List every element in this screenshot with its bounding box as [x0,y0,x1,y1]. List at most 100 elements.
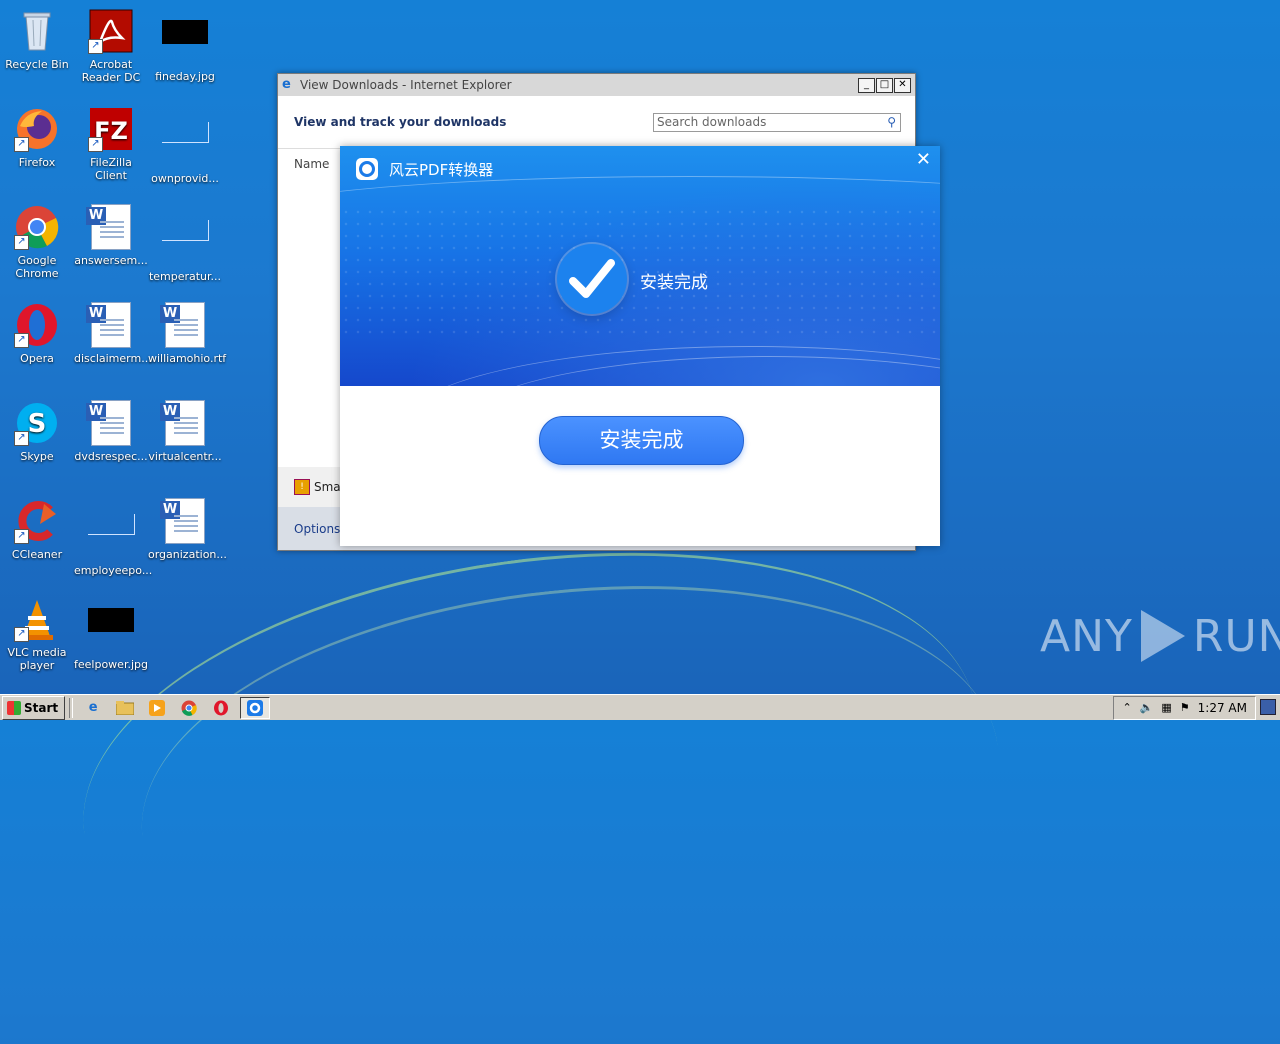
word-document-icon: W [160,400,208,446]
close-button[interactable]: ✕ [894,77,911,93]
desktop-icon-filezilla[interactable]: FZ ↗ FileZilla Client [74,106,148,182]
image-file-icon [88,608,134,654]
desktop-icon-label: williamohio.rtf [148,352,227,365]
installer-close-button[interactable]: ✕ [916,151,931,169]
taskbar-media-player-icon[interactable] [144,698,170,718]
desktop-icon-label: Skype [20,450,54,463]
desktop-icon-temperatur[interactable]: temperatur... [148,204,222,283]
window-controls: _ □ ✕ [858,77,911,93]
desktop-icon-label: answersem... [74,254,148,267]
ie-window-title: View Downloads - Internet Explorer [300,78,512,92]
search-placeholder: Search downloads [657,115,767,129]
desktop-icon-google-chrome[interactable]: ↗ Google Chrome [0,204,74,280]
svg-text:S: S [28,409,47,439]
ie-title-bar[interactable]: e View Downloads - Internet Explorer _ □… [278,74,915,96]
maximize-button[interactable]: □ [876,77,893,93]
options-link[interactable]: Options [294,522,340,536]
installer-app-name: 风云PDF转换器 [389,161,494,179]
clock[interactable]: 1:27 AM [1198,701,1247,715]
start-button[interactable]: Start [2,695,66,720]
desktop-icon-dvdsrespec[interactable]: W dvdsrespec... [74,400,148,463]
install-status-text: 安装完成 [640,273,708,293]
acrobat-icon: ↗ [88,8,134,54]
shortcut-arrow-icon: ↗ [88,39,103,54]
desktop-icon-skype[interactable]: S ↗ Skype [0,400,74,463]
desktop-icon-label: VLC media player [7,646,67,672]
word-document-icon: W [160,498,208,544]
shortcut-arrow-icon: ↗ [14,235,29,250]
ie-heading: View and track your downloads [294,115,507,129]
shortcut-arrow-icon: ↗ [14,137,29,152]
watermark-left: ANY [1040,610,1133,662]
desktop-icon-label: ownprovid... [151,172,219,185]
show-desktop-button[interactable] [1260,699,1276,715]
shortcut-arrow-icon: ↗ [14,333,29,348]
taskbar-separator [69,697,74,718]
minimize-button[interactable]: _ [858,77,875,93]
word-document-icon: W [160,302,208,348]
desktop-icon-ccleaner[interactable]: ↗ CCleaner [0,498,74,561]
smartscreen-link[interactable]: ! Smar [294,479,346,495]
taskbar-installer-icon[interactable] [240,696,271,719]
search-downloads-input[interactable]: Search downloads ⚲ [653,112,901,132]
smartscreen-shield-icon: ! [294,479,310,495]
word-document-icon: W [86,400,134,446]
network-icon[interactable]: ▦ [1161,701,1171,714]
column-header-name[interactable]: Name [294,157,329,171]
tray-expand-icon[interactable]: ⌃ [1122,701,1131,714]
start-label: Start [24,700,59,715]
success-check-icon [557,244,627,314]
desktop-icon-label: Recycle Bin [5,58,69,71]
blank-file-icon [162,122,209,168]
anyrun-watermark: ANY RUN [1040,610,1280,662]
windows-flag-icon [7,700,21,715]
desktop-icon-acrobat[interactable]: ↗ Acrobat Reader DC [74,8,148,84]
desktop-icon-opera[interactable]: ↗ Opera [0,302,74,365]
desktop-icon-label: Acrobat Reader DC [81,58,141,84]
internet-explorer-icon: e [282,77,291,92]
shortcut-arrow-icon: ↗ [14,431,29,446]
installer-banner: 风云PDF转换器 ✕ 安装完成 [340,146,940,386]
taskbar-chrome-icon[interactable] [176,698,202,718]
desktop-icon-label: disclaimerm... [74,352,152,365]
blank-file-icon [162,220,209,266]
search-icon[interactable]: ⚲ [887,115,896,129]
volume-icon[interactable]: 🔈 [1140,701,1154,714]
taskbar-opera-icon[interactable] [208,698,234,718]
action-center-flag-icon[interactable]: ⚑ [1180,701,1190,714]
taskbar-ie-icon[interactable]: e [80,698,106,718]
install-complete-button[interactable]: 安装完成 [539,416,744,465]
desktop-icon-label: virtualcentr... [148,450,222,463]
desktop-icon-label: temperatur... [148,270,222,283]
desktop-icon-organization[interactable]: W organization... [148,498,227,561]
desktop-icon-answersem[interactable]: W answersem... [74,204,148,267]
taskbar-explorer-icon[interactable] [112,698,138,718]
desktop-icon-label: CCleaner [11,548,63,561]
desktop-icon-employeepo[interactable]: employeepo... [74,498,153,577]
watermark-right: RUN [1192,610,1280,662]
skype-icon: S ↗ [14,400,60,446]
shortcut-arrow-icon: ↗ [14,627,29,642]
desktop-icon-label: Google Chrome [15,254,59,280]
desktop-icon-fineday[interactable]: fineday.jpg [148,8,222,83]
desktop-icon-feelpower[interactable]: feelpower.jpg [74,596,148,671]
desktop-icon-ownprovid[interactable]: ownprovid... [148,106,222,185]
chrome-icon: ↗ [14,204,60,250]
desktop-icon-recycle-bin[interactable]: Recycle Bin [0,8,74,71]
desktop-icon-vlc[interactable]: ↗ VLC media player [0,596,74,672]
banner-wave [340,176,940,257]
word-document-icon: W [86,302,134,348]
image-file-icon [162,20,208,66]
app-logo-icon [356,158,378,180]
desktop-icon-virtualcentr[interactable]: W virtualcentr... [148,400,222,463]
desktop-icon-williamohio[interactable]: W williamohio.rtf [148,302,227,365]
firefox-icon: ↗ [14,106,60,152]
desktop-icon-firefox[interactable]: ↗ Firefox [0,106,74,169]
desktop-icon-label: employeepo... [74,564,153,577]
desktop-icon-disclaimerm[interactable]: W disclaimerm... [74,302,152,365]
word-document-icon: W [86,204,134,250]
play-icon [1140,610,1185,662]
blank-file-icon [88,514,135,560]
desktop-icon-label: dvdsrespec... [74,450,148,463]
ie-header: View and track your downloads Search dow… [278,96,915,148]
